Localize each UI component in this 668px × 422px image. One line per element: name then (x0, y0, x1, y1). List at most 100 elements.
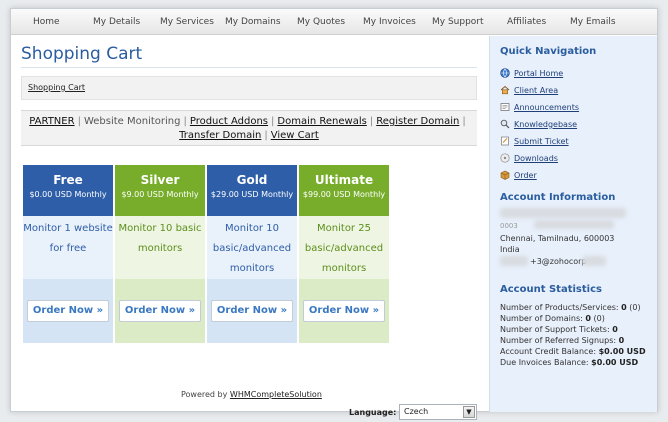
plan-desc-line: monitors (137, 243, 183, 254)
quick-nav-knowledgebase[interactable]: Knowledgebase (500, 119, 577, 131)
order-now-button[interactable]: Order Now » (303, 300, 385, 322)
top-navigation: Home My Details My Services My Domains M… (11, 9, 657, 35)
whmcs-link[interactable]: WHMCompleteSolution (230, 390, 322, 399)
view-cart-link[interactable]: View Cart (271, 130, 319, 141)
plan-desc-line: Monitor 1 website (23, 223, 113, 234)
quick-nav-order[interactable]: Order (500, 170, 537, 182)
nav-home[interactable]: Home (33, 9, 60, 35)
plan-desc-line: monitors (321, 263, 367, 274)
nav-affiliates[interactable]: Affiliates (507, 9, 546, 35)
language-select[interactable]: Czech ▼ (399, 404, 477, 420)
plan-name: Gold (236, 173, 268, 187)
plan-name: Free (53, 173, 83, 187)
redacted-email-suffix (582, 256, 606, 266)
plan-desc-line: basic/advanced (212, 243, 292, 254)
quick-nav-announcements[interactable]: Announcements (500, 102, 579, 114)
breadcrumb-link-shopping-cart[interactable]: Shopping Cart (28, 83, 85, 92)
plan-desc-line: Monitor 25 (317, 223, 371, 234)
plan-desc-line: for free (49, 243, 87, 254)
cart-category-nav: PARTNER | Website Monitoring | Product Addon… (21, 110, 477, 146)
plan-price: $9.00 USD Monthly (121, 190, 199, 199)
quick-nav-client-area[interactable]: Client Area (500, 85, 558, 97)
domain-renewals-link[interactable]: Domain Renewals (277, 116, 366, 127)
separator: | (77, 116, 81, 127)
quick-nav-label: Announcements (514, 103, 580, 112)
register-domain-link[interactable]: Register Domain (376, 116, 459, 127)
stat-due-invoices-balance: Due Invoices Balance: $0.00 USD (500, 358, 639, 367)
magnifier-icon (500, 119, 510, 129)
plan-description: Monitor 10 basic/advanced monitors (207, 216, 297, 279)
page-title: Shopping Cart (21, 44, 143, 64)
product-addons-link[interactable]: Product Addons (190, 116, 268, 127)
order-now-button[interactable]: Order Now » (27, 300, 109, 322)
order-now-button[interactable]: Order Now » (119, 300, 201, 322)
plan-desc-line: monitors (229, 263, 275, 274)
plan-header: Ultimate $99.00 USD Monthly (299, 165, 389, 216)
category-partner-link[interactable]: PARTNER (29, 116, 74, 127)
chevron-down-icon[interactable]: ▼ (463, 406, 475, 418)
stat-credit-balance: Account Credit Balance: $0.00 USD (500, 347, 646, 356)
plan-header: Gold $29.00 USD Monthly (207, 165, 297, 216)
plan-card-ultimate: Ultimate $99.00 USD Monthly Monitor 25 b… (299, 165, 389, 343)
account-address: Chennai, Tamilnadu, 600003 (500, 234, 615, 243)
plan-order-area: Order Now » (207, 279, 297, 343)
account-information-heading: Account Information (500, 192, 616, 203)
nav-my-emails[interactable]: My Emails (570, 9, 616, 35)
plan-description: Monitor 1 website for free (23, 216, 113, 279)
separator: | (183, 116, 187, 127)
globe-icon (500, 68, 510, 78)
nav-my-quotes[interactable]: My Quotes (297, 9, 345, 35)
account-statistics-heading: Account Statistics (500, 284, 602, 295)
nav-my-invoices[interactable]: My Invoices (363, 9, 416, 35)
download-icon (500, 153, 510, 163)
plan-description: Monitor 25 basic/advanced monitors (299, 216, 389, 279)
plan-desc-line: basic/advanced (304, 243, 384, 254)
plan-order-area: Order Now » (23, 279, 113, 343)
plan-name: Ultimate (314, 173, 374, 187)
category-current: Website Monitoring (83, 116, 181, 127)
nav-my-domains[interactable]: My Domains (225, 9, 281, 35)
transfer-domain-link[interactable]: Transfer Domain (179, 130, 261, 141)
plan-name: Silver (140, 173, 180, 187)
order-now-button[interactable]: Order Now » (211, 300, 293, 322)
plan-price: $29.00 USD Monthly (210, 190, 294, 199)
redacted-email-prefix (500, 256, 528, 266)
newspaper-icon (500, 102, 510, 112)
redacted-name (500, 208, 626, 218)
stat-domains: Number of Domains: 0 (0) (500, 314, 605, 323)
separator: | (271, 116, 275, 127)
nav-my-services[interactable]: My Services (160, 9, 214, 35)
plan-comparison: Free $0.00 USD Monthly Monitor 1 website… (23, 165, 389, 343)
account-email-fragment: +3@zohocorp (530, 257, 587, 266)
quick-nav-label: Submit Ticket (514, 137, 569, 146)
account-country: India (500, 245, 520, 254)
home-icon (500, 85, 510, 95)
quick-nav-downloads[interactable]: Downloads (500, 153, 558, 165)
quick-nav-portal-home[interactable]: Portal Home (500, 68, 563, 80)
quick-nav-submit-ticket[interactable]: Submit Ticket (500, 136, 569, 148)
ticket-icon (500, 136, 510, 146)
plan-desc-line: Monitor 10 basic (118, 223, 202, 234)
portal-window: Home My Details My Services My Domains M… (10, 8, 658, 420)
quick-nav-label: Downloads (514, 154, 558, 163)
separator: | (369, 116, 374, 127)
plan-description: Monitor 10 basic monitors (115, 216, 205, 279)
stat-products-services: Number of Products/Services: 0 (0) (500, 303, 641, 312)
redacted-address (534, 220, 614, 229)
plan-order-area: Order Now » (115, 279, 205, 343)
separator: | (462, 116, 466, 127)
account-partial-line: 0003 (500, 222, 518, 230)
plan-order-area: Order Now » (299, 279, 389, 343)
powered-by-footer: Powered by WHMCompleteSolution (181, 390, 322, 399)
plan-price: $0.00 USD Monthly (29, 190, 107, 199)
quick-nav-label: Knowledgebase (514, 120, 578, 129)
plan-card-free: Free $0.00 USD Monthly Monitor 1 website… (23, 165, 113, 343)
plan-header: Free $0.00 USD Monthly (23, 165, 113, 216)
plan-desc-line: Monitor 10 (225, 223, 279, 234)
breadcrumb: Shopping Cart (21, 76, 477, 100)
box-icon (500, 170, 510, 180)
sidebar: Quick Navigation Portal Home Client Area… (489, 36, 657, 412)
separator: | (264, 130, 268, 141)
nav-my-support[interactable]: My Support (432, 9, 484, 35)
nav-my-details[interactable]: My Details (93, 9, 140, 35)
